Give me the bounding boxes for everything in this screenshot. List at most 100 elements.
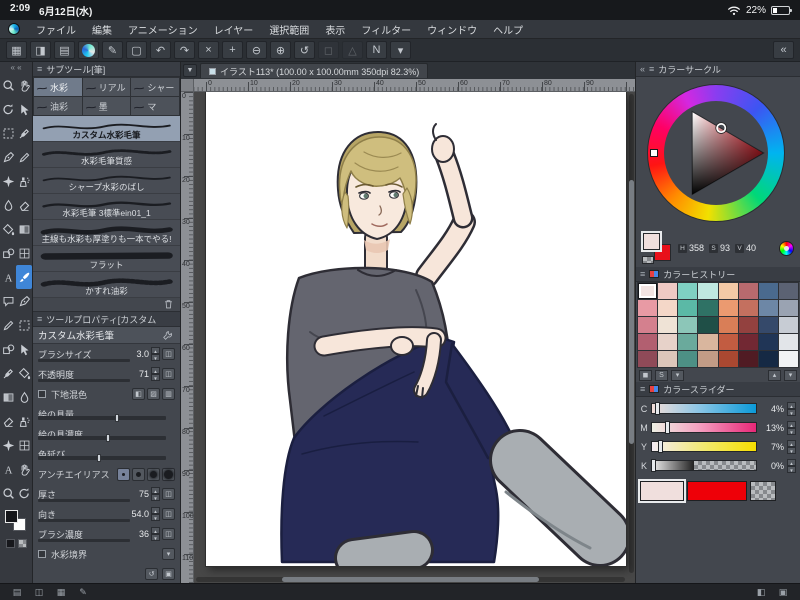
subtool-tab-3[interactable]: 油彩 <box>34 97 82 115</box>
current-tool-swirl-icon[interactable] <box>78 41 99 59</box>
advanced-settings-wrench-icon[interactable] <box>160 329 175 341</box>
spray-tool[interactable] <box>16 409 32 433</box>
subtool-tab-2[interactable]: シャー <box>131 78 179 96</box>
grid-tool[interactable] <box>16 433 32 457</box>
brush-tool[interactable] <box>16 265 32 289</box>
step-down-icon[interactable]: ▼ <box>787 465 796 473</box>
zoom-out-icon[interactable]: ⊖ <box>246 41 267 59</box>
history-swatch[interactable] <box>738 317 758 333</box>
history-swatch[interactable] <box>718 334 738 350</box>
undo-icon[interactable]: ↶ <box>150 41 171 59</box>
brush-item-1[interactable]: 水彩毛筆質感 <box>33 142 180 168</box>
operation-tool[interactable] <box>16 97 32 121</box>
history-swatch[interactable] <box>758 334 778 350</box>
history-swatch[interactable] <box>678 317 698 333</box>
collapse-right-icon[interactable]: « <box>773 41 794 59</box>
panel-menu-icon[interactable]: ≡ <box>37 64 42 74</box>
channel-stepper[interactable]: ▲ ▼ <box>787 420 796 435</box>
step-down-icon[interactable]: ▼ <box>151 494 160 501</box>
transparent-swatch[interactable] <box>642 256 654 264</box>
frame-tool[interactable] <box>16 241 32 265</box>
history-swatch[interactable] <box>678 334 698 350</box>
register-settings-icon[interactable]: ▣ <box>162 568 175 580</box>
menu-item-4[interactable]: 選択範囲 <box>261 20 317 39</box>
brush-item-3[interactable]: 水彩毛筆 3標準ein01_1 <box>33 194 180 220</box>
step-down-icon[interactable]: ▼ <box>787 446 796 454</box>
menu-item-0[interactable]: ファイル <box>28 20 84 39</box>
history-swatch[interactable] <box>658 351 678 367</box>
y-slider[interactable] <box>651 440 757 453</box>
history-swatch[interactable] <box>718 283 738 299</box>
hue-marker[interactable] <box>650 149 658 157</box>
history-swatch[interactable] <box>738 351 758 367</box>
transparent-color-chip[interactable] <box>17 539 27 548</box>
history-swatch[interactable] <box>698 283 718 299</box>
transparent-large-swatch[interactable] <box>750 481 776 501</box>
brush-density-param[interactable]: ブラシ濃度 36 ▲ ▼ ◫ <box>33 524 180 544</box>
paint-density-handle[interactable] <box>106 434 111 442</box>
direction-param[interactable]: 向き 54.0 ▲ ▼ ◫ <box>33 504 180 524</box>
watercolor-edge-param[interactable]: 水彩境界 ▾ <box>33 544 180 564</box>
history-swatch[interactable] <box>738 283 758 299</box>
menu-item-8[interactable]: ヘルプ <box>485 20 531 39</box>
step-down-icon[interactable]: ▼ <box>151 514 160 521</box>
toggle-color-panel-icon[interactable]: ◧ <box>752 586 770 598</box>
zoom-in-icon[interactable]: ⊕ <box>270 41 291 59</box>
scroll-down-icon[interactable]: ▾ <box>784 369 797 381</box>
balloon-tool[interactable] <box>0 289 16 313</box>
canvas-menu-icon[interactable]: ▼ <box>183 64 197 77</box>
history-swatch[interactable] <box>758 300 778 316</box>
watercolor-edge-expand-icon[interactable]: ▾ <box>162 548 175 560</box>
sub-color-large-swatch[interactable] <box>687 481 747 501</box>
scroll-up-icon[interactable]: ▴ <box>768 369 781 381</box>
reset-defaults-icon[interactable]: ↺ <box>145 568 158 580</box>
crayon-tool[interactable] <box>0 313 16 337</box>
brush-item-2[interactable]: シャープ水彩のばし <box>33 168 180 194</box>
pencil-tool[interactable] <box>16 145 32 169</box>
add-history-color-icon[interactable]: ◼ <box>639 369 652 381</box>
anti-aliasing-level-3[interactable] <box>162 467 175 481</box>
sv-triangle[interactable] <box>664 101 768 205</box>
slider-handle[interactable] <box>651 459 656 472</box>
paint-amount-slider[interactable] <box>38 414 166 422</box>
fill-tool[interactable] <box>0 217 16 241</box>
channel-stepper[interactable]: ▲ ▼ <box>787 401 796 416</box>
history-swatch[interactable] <box>758 351 778 367</box>
step-up-icon[interactable]: ▲ <box>787 401 796 409</box>
color-stretch-handle[interactable] <box>97 454 102 462</box>
history-swatch[interactable] <box>778 334 798 350</box>
history-swatch[interactable] <box>778 300 798 316</box>
snap-icon[interactable]: △ <box>342 41 363 59</box>
history-swatch[interactable] <box>638 334 658 350</box>
step-up-icon[interactable]: ▲ <box>151 507 160 514</box>
step-down-icon[interactable]: ▼ <box>787 427 796 435</box>
toggle-palette-icon[interactable]: ◫ <box>30 586 48 598</box>
brush-size-param[interactable]: ブラシサイズ 3.0 ▲ ▼ ◫ <box>33 344 180 364</box>
step-down-icon[interactable]: ▼ <box>151 534 160 541</box>
history-swatch[interactable] <box>738 300 758 316</box>
step-up-icon[interactable]: ▲ <box>787 458 796 466</box>
brush-density-slider[interactable] <box>38 539 130 542</box>
eyedropper-tool[interactable] <box>16 121 32 145</box>
effect-tool[interactable] <box>0 433 16 457</box>
paint-amount-handle[interactable] <box>115 414 120 422</box>
anti-aliasing-level-1[interactable] <box>132 467 145 481</box>
color-stretch-param[interactable]: 色延び <box>33 444 180 464</box>
direction-stepper[interactable]: ▲ ▼ <box>151 507 160 521</box>
text-tool[interactable]: A <box>0 265 16 289</box>
k-slider[interactable] <box>651 459 757 472</box>
thickness-slider[interactable] <box>38 499 130 502</box>
anti-aliasing-level-2[interactable] <box>147 467 160 481</box>
history-swatch[interactable] <box>738 334 758 350</box>
history-swatch[interactable] <box>718 351 738 367</box>
move-tool[interactable] <box>16 73 32 97</box>
step-up-icon[interactable]: ▲ <box>151 527 160 534</box>
menu-item-6[interactable]: フィルター <box>353 20 419 39</box>
rotate-tool[interactable] <box>0 97 16 121</box>
ruler-tool[interactable] <box>0 337 16 361</box>
brush-item-4[interactable]: 主線も水彩も厚塗りも一本でやる! <box>33 220 180 246</box>
subtool-tab-1[interactable]: リアル <box>82 78 131 96</box>
history-swatch[interactable] <box>638 300 658 316</box>
stabilizer-icon[interactable]: ✎ <box>102 41 123 59</box>
history-swatch[interactable] <box>778 351 798 367</box>
